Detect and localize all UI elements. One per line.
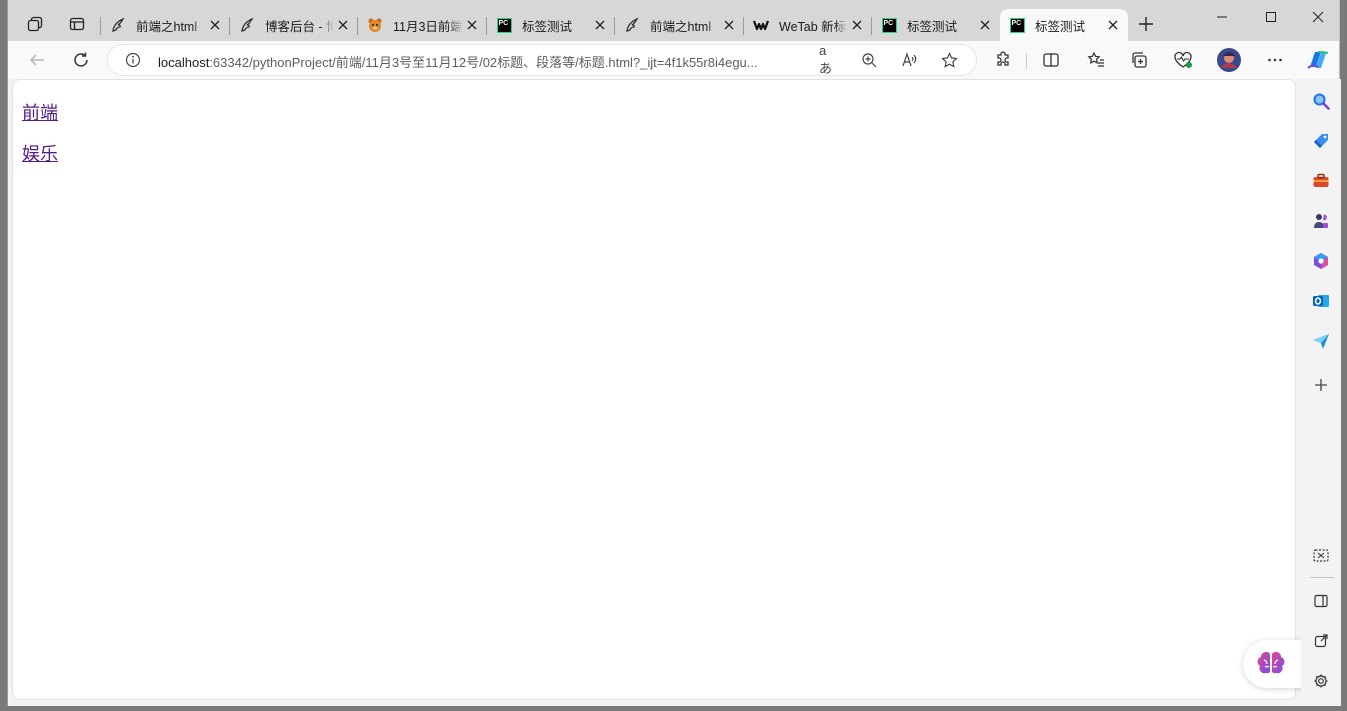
- feather-icon: [624, 17, 640, 33]
- browser-tab[interactable]: PC 标签测试: [872, 9, 1000, 41]
- pycharm-badge: PC: [496, 17, 512, 33]
- url-text[interactable]: localhost:63342/pythonProject/前端/11月3号至1…: [158, 52, 818, 71]
- copilot-icon[interactable]: [1303, 45, 1333, 75]
- hide-sidebar-icon[interactable]: [1307, 587, 1335, 615]
- tab-actions-icon[interactable]: [62, 9, 92, 39]
- pycharm-icon: PC: [881, 17, 897, 33]
- microsoft-365-icon[interactable]: [1307, 247, 1335, 275]
- games-icon[interactable]: [1307, 207, 1335, 235]
- link-frontend[interactable]: 前端: [22, 99, 58, 125]
- minimize-button[interactable]: [1198, 0, 1246, 34]
- pycharm-badge: PC: [881, 17, 897, 33]
- tab-close-icon[interactable]: [206, 16, 224, 34]
- browser-essentials-icon[interactable]: [1168, 45, 1198, 75]
- tab-title: 标签测试: [522, 19, 573, 34]
- tab-title: 博客后台 - 博: [265, 19, 334, 34]
- tab-title: 标签测试: [1035, 19, 1086, 34]
- browser-tab[interactable]: 11月3日前端: [358, 9, 487, 41]
- page-viewport: 前端 娱乐: [12, 79, 1296, 700]
- shopping-tag-icon[interactable]: [1307, 127, 1335, 155]
- pycharm-badge: PC: [1009, 17, 1025, 33]
- maximize-button[interactable]: [1247, 0, 1295, 34]
- browser-tab[interactable]: 前端之html: [615, 9, 744, 41]
- tab-title: 前端之html: [136, 19, 198, 34]
- browser-tab[interactable]: 博客后台 - 博: [230, 9, 358, 41]
- outlook-icon[interactable]: [1307, 287, 1335, 315]
- tab-strip: 前端之html 博客后台 - 博 11月3日前端 PC 标签测试 前端之html WeTab…: [8, 0, 1339, 41]
- tab-title: 前端之html: [650, 19, 712, 34]
- link-entertainment[interactable]: 娱乐: [22, 140, 58, 166]
- tab-close-icon[interactable]: [591, 16, 609, 34]
- tab-close-icon[interactable]: [848, 16, 866, 34]
- copilot-floating-button[interactable]: [1243, 640, 1305, 688]
- tab-title: WeTab 新标: [779, 19, 847, 34]
- new-tab-button[interactable]: [1132, 10, 1160, 38]
- browser-tab[interactable]: WeTab 新标: [744, 9, 872, 41]
- sidebar-separator: [1310, 577, 1334, 578]
- tab-close-icon[interactable]: [463, 16, 481, 34]
- tab-close-icon[interactable]: [334, 16, 352, 34]
- tab-title: 11月3日前端: [393, 19, 463, 34]
- profile-avatar[interactable]: [1214, 45, 1244, 75]
- read-aloud-icon[interactable]: [899, 50, 919, 70]
- browser-tab[interactable]: PC 标签测试: [1000, 9, 1128, 41]
- address-bar[interactable]: localhost:63342/pythonProject/前端/11月3号至1…: [108, 43, 976, 76]
- collections-icon[interactable]: [1124, 45, 1154, 75]
- feather-icon: [239, 17, 255, 33]
- back-button[interactable]: [22, 45, 52, 75]
- favorite-star-icon[interactable]: [939, 50, 959, 70]
- browser-toolbar: localhost:63342/pythonProject/前端/11月3号至1…: [8, 41, 1339, 79]
- tab-close-icon[interactable]: [976, 16, 994, 34]
- screenshot-icon[interactable]: [1307, 542, 1335, 570]
- open-external-icon[interactable]: [1307, 627, 1335, 655]
- brain-icon: [1257, 652, 1285, 674]
- settings-more-icon[interactable]: [1260, 45, 1290, 75]
- pycharm-icon: PC: [496, 17, 512, 33]
- tab-close-icon[interactable]: [720, 16, 738, 34]
- bear-icon: [367, 17, 383, 33]
- sidebar-settings-gear-icon[interactable]: [1307, 667, 1335, 695]
- zoom-icon[interactable]: [859, 50, 879, 70]
- add-sidebar-app-icon[interactable]: [1307, 371, 1335, 399]
- refresh-button[interactable]: [66, 45, 96, 75]
- close-window-button[interactable]: [1294, 0, 1342, 34]
- feather-icon: [110, 17, 126, 33]
- favorites-icon[interactable]: [1081, 45, 1111, 75]
- extensions-icon[interactable]: [988, 45, 1018, 75]
- split-screen-icon[interactable]: [1036, 45, 1066, 75]
- tab-close-icon[interactable]: [1104, 16, 1122, 34]
- send-icon[interactable]: [1307, 327, 1335, 355]
- edge-sidebar: [1301, 79, 1341, 706]
- wetab-icon: [753, 17, 769, 33]
- tab-title: 标签测试: [907, 19, 958, 34]
- workspaces-icon[interactable]: [20, 9, 50, 39]
- translate-icon[interactable]: aあ: [819, 43, 839, 76]
- tools-briefcase-icon[interactable]: [1307, 167, 1335, 195]
- pycharm-icon: PC: [1009, 17, 1025, 33]
- search-icon[interactable]: [1307, 87, 1335, 115]
- browser-tab[interactable]: 前端之html: [101, 9, 230, 41]
- site-info-icon[interactable]: [125, 52, 141, 68]
- browser-window: 前端之html 博客后台 - 博 11月3日前端 PC 标签测试 前端之html WeTab…: [7, 0, 1341, 706]
- toolbar-separator: [1026, 53, 1027, 69]
- browser-tab[interactable]: PC 标签测试: [487, 9, 615, 41]
